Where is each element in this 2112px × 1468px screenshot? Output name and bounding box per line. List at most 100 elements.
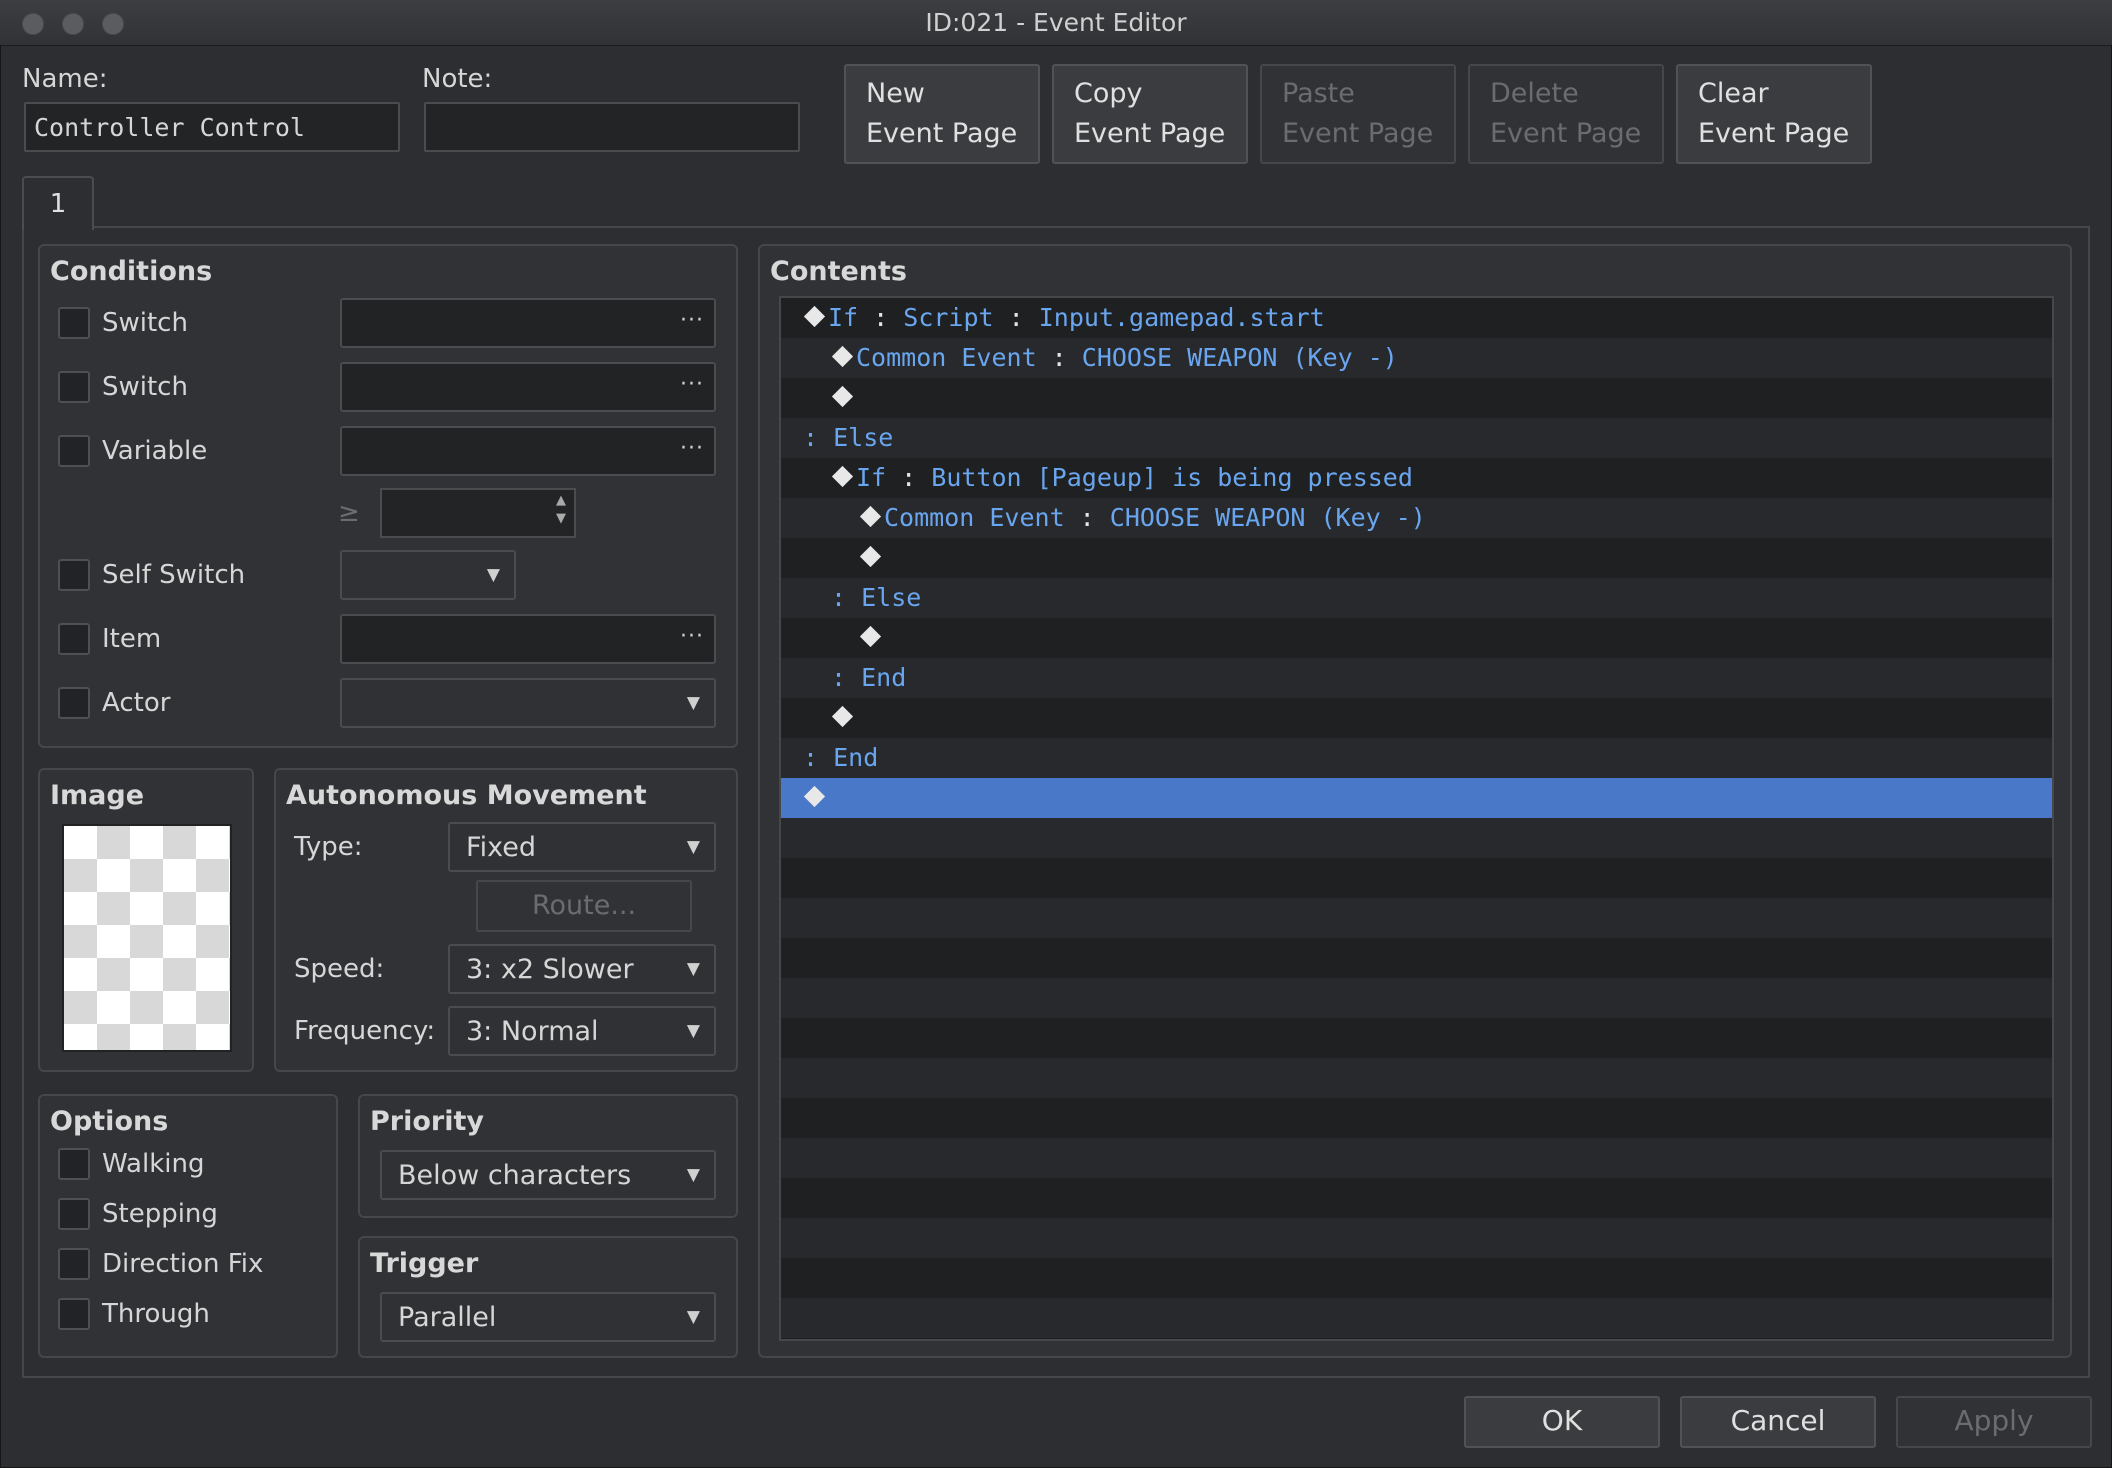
empty-command-row[interactable] bbox=[781, 1058, 2052, 1098]
command-keyword: Else bbox=[861, 583, 922, 612]
empty-command-row[interactable] bbox=[781, 1098, 2052, 1138]
paste-event-page-label-1: Paste bbox=[1282, 78, 1355, 109]
item-checkbox[interactable] bbox=[58, 623, 90, 655]
branch-colon: : bbox=[831, 583, 862, 612]
empty-command-row[interactable] bbox=[781, 818, 2052, 858]
walking-checkbox[interactable] bbox=[58, 1148, 90, 1180]
command-row[interactable] bbox=[781, 538, 2052, 578]
variable-checkbox[interactable] bbox=[58, 435, 90, 467]
paste-event-page-button[interactable]: Paste Event Page bbox=[1260, 64, 1456, 164]
switch1-picker[interactable]: ··· bbox=[340, 298, 716, 348]
stepper-arrows-icon[interactable]: ▲ ▼ bbox=[556, 492, 566, 528]
item-more-icon: ··· bbox=[680, 624, 704, 649]
diamond-icon bbox=[859, 545, 882, 567]
apply-button-label: Apply bbox=[1954, 1404, 2034, 1437]
command-list[interactable]: If : Script : Input.gamepad.start Common … bbox=[779, 296, 2054, 1341]
command-row[interactable]: : End bbox=[781, 738, 2052, 778]
empty-command-row[interactable] bbox=[781, 1258, 2052, 1298]
chevron-down-icon: ▼ bbox=[686, 1307, 700, 1327]
speed-select[interactable]: 3: x2 Slower ▼ bbox=[448, 944, 716, 994]
tab-page-1-label: 1 bbox=[49, 189, 67, 219]
type-select[interactable]: Fixed ▼ bbox=[448, 822, 716, 872]
actor-select[interactable]: ▼ bbox=[340, 678, 716, 728]
options-title: Options bbox=[50, 1106, 169, 1137]
command-row[interactable]: If : Script : Input.gamepad.start bbox=[781, 298, 2052, 338]
item-picker[interactable]: ··· bbox=[340, 614, 716, 664]
empty-command-row[interactable] bbox=[781, 978, 2052, 1018]
command-separator: : bbox=[1064, 503, 1110, 532]
gte-symbol: ≥ bbox=[338, 498, 360, 528]
priority-value: Below characters bbox=[398, 1159, 632, 1191]
stepping-checkbox[interactable] bbox=[58, 1198, 90, 1230]
note-field[interactable] bbox=[424, 102, 800, 152]
empty-command-row[interactable] bbox=[781, 938, 2052, 978]
direction-fix-checkbox[interactable] bbox=[58, 1248, 90, 1280]
command-argument: Script bbox=[903, 303, 994, 332]
actor-checkbox[interactable] bbox=[58, 687, 90, 719]
command-text: : Else bbox=[803, 418, 893, 458]
tab-page-1[interactable]: 1 bbox=[22, 176, 94, 230]
command-argument: CHOOSE WEAPON (Key -) bbox=[1109, 503, 1426, 532]
command-row[interactable]: : Else bbox=[781, 578, 2052, 618]
command-text: : Else bbox=[831, 578, 921, 618]
switch2-checkbox[interactable] bbox=[58, 371, 90, 403]
new-event-page-button[interactable]: New Event Page bbox=[844, 64, 1040, 164]
command-row[interactable] bbox=[781, 618, 2052, 658]
command-row[interactable]: Common Event : CHOOSE WEAPON (Key -) bbox=[781, 498, 2052, 538]
command-row[interactable]: : Else bbox=[781, 418, 2052, 458]
trigger-select[interactable]: Parallel ▼ bbox=[380, 1292, 716, 1342]
empty-command-row[interactable] bbox=[781, 1138, 2052, 1178]
chevron-down-icon: ▼ bbox=[686, 693, 700, 713]
apply-button[interactable]: Apply bbox=[1896, 1396, 2092, 1448]
switch2-more-icon: ··· bbox=[680, 372, 704, 397]
empty-command-row[interactable] bbox=[781, 1178, 2052, 1218]
priority-select[interactable]: Below characters ▼ bbox=[380, 1150, 716, 1200]
empty-command-row[interactable] bbox=[781, 1218, 2052, 1258]
command-text: Common Event : CHOOSE WEAPON (Key -) bbox=[859, 498, 1426, 538]
clear-event-page-button[interactable]: Clear Event Page bbox=[1676, 64, 1872, 164]
self-switch-select[interactable]: ▼ bbox=[340, 550, 516, 600]
command-row[interactable] bbox=[781, 698, 2052, 738]
cancel-button[interactable]: Cancel bbox=[1680, 1396, 1876, 1448]
empty-command-row[interactable] bbox=[781, 1298, 2052, 1338]
event-image-preview[interactable] bbox=[62, 824, 232, 1052]
item-label: Item bbox=[102, 624, 162, 654]
variable-more-icon: ··· bbox=[680, 436, 704, 461]
command-text bbox=[803, 778, 828, 818]
name-field[interactable]: Controller Control bbox=[24, 102, 400, 152]
speed-value: 3: x2 Slower bbox=[466, 953, 634, 985]
command-keyword: Else bbox=[833, 423, 894, 452]
empty-command-row[interactable] bbox=[781, 858, 2052, 898]
variable-label: Variable bbox=[102, 436, 208, 466]
ok-button-label: OK bbox=[1541, 1404, 1583, 1437]
command-text bbox=[831, 378, 856, 418]
empty-command-row[interactable] bbox=[781, 1018, 2052, 1058]
frequency-select[interactable]: 3: Normal ▼ bbox=[448, 1006, 716, 1056]
frequency-label: Frequency: bbox=[294, 1016, 436, 1046]
note-label: Note: bbox=[422, 64, 493, 94]
command-text: : End bbox=[831, 658, 906, 698]
variable-value-stepper[interactable]: ▲ ▼ bbox=[380, 488, 576, 538]
delete-event-page-button[interactable]: Delete Event Page bbox=[1468, 64, 1664, 164]
route-button[interactable]: Route... bbox=[476, 880, 692, 932]
command-row[interactable]: If : Button [Pageup] is being pressed bbox=[781, 458, 2052, 498]
diamond-icon bbox=[831, 465, 854, 487]
command-separator: : bbox=[858, 303, 904, 332]
command-row[interactable]: : End bbox=[781, 658, 2052, 698]
window-title: ID:021 - Event Editor bbox=[925, 8, 1187, 37]
command-keyword: End bbox=[833, 743, 879, 772]
self-switch-checkbox[interactable] bbox=[58, 559, 90, 591]
variable-picker[interactable]: ··· bbox=[340, 426, 716, 476]
empty-command-row[interactable] bbox=[781, 898, 2052, 938]
through-checkbox[interactable] bbox=[58, 1298, 90, 1330]
command-row[interactable] bbox=[781, 778, 2052, 818]
ok-button[interactable]: OK bbox=[1464, 1396, 1660, 1448]
chevron-down-icon: ▼ bbox=[686, 1165, 700, 1185]
switch1-checkbox[interactable] bbox=[58, 307, 90, 339]
command-row[interactable]: Common Event : CHOOSE WEAPON (Key -) bbox=[781, 338, 2052, 378]
copy-event-page-button[interactable]: Copy Event Page bbox=[1052, 64, 1248, 164]
command-row[interactable] bbox=[781, 378, 2052, 418]
direction-fix-label: Direction Fix bbox=[102, 1249, 264, 1279]
command-text: : End bbox=[803, 738, 878, 778]
switch2-picker[interactable]: ··· bbox=[340, 362, 716, 412]
